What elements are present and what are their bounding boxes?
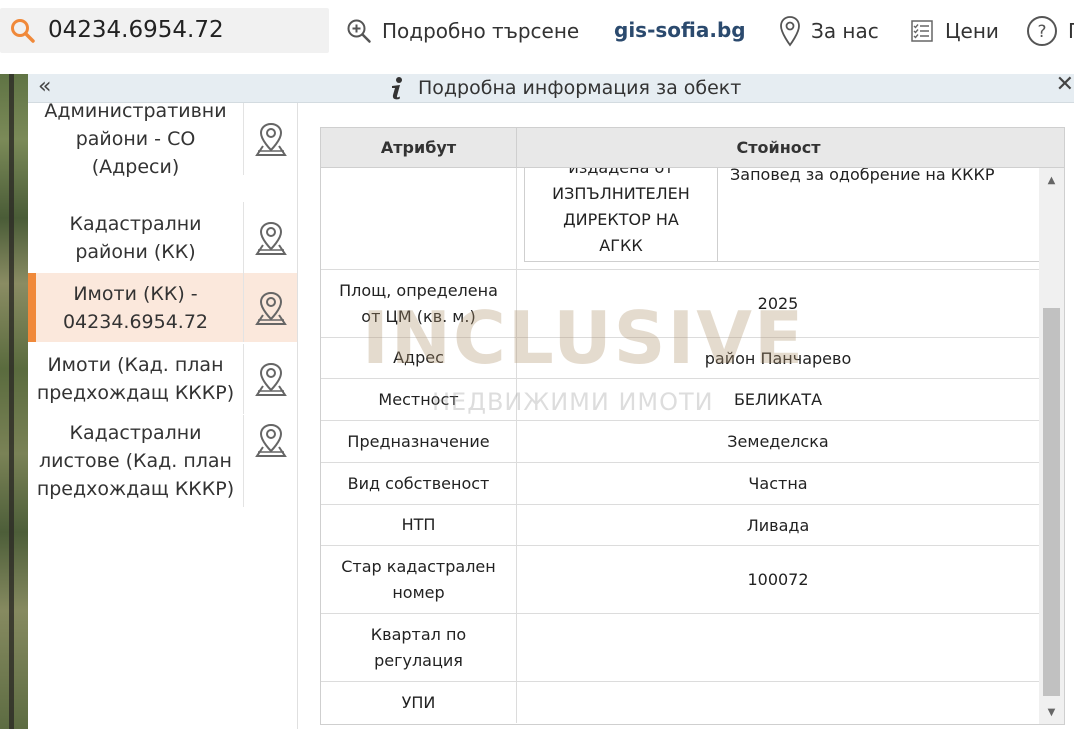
table-row: Адрес район Панчарево bbox=[321, 338, 1039, 379]
help-icon: ? bbox=[1027, 16, 1057, 46]
attribute-cell: Предназначение bbox=[321, 421, 517, 462]
attribute-cell bbox=[321, 168, 517, 269]
advanced-search-label: Подробно търсене bbox=[382, 19, 580, 43]
value-cell: 2025 bbox=[757, 294, 799, 313]
attribute-cell: Квартал по регулация bbox=[321, 614, 517, 681]
prices-label: Цени bbox=[945, 19, 999, 43]
price-list-icon bbox=[911, 20, 933, 42]
search-icon[interactable] bbox=[10, 18, 36, 44]
value-cell: район Панчарево bbox=[704, 348, 852, 368]
attribute-cell: Адрес bbox=[321, 338, 517, 378]
close-icon[interactable]: ✕ bbox=[1056, 72, 1074, 97]
map-pin-icon[interactable] bbox=[243, 415, 297, 507]
nested-issuer-cell: издадена от ИЗПЪЛНИТЕЛЕН ДИРЕКТОР НА АГК… bbox=[525, 168, 718, 261]
scroll-up-arrow-icon[interactable]: ▲ bbox=[1039, 170, 1064, 190]
layer-item-admin-districts[interactable]: Административни райони - СО (Адреси) bbox=[28, 100, 297, 178]
about-label: За нас bbox=[811, 19, 879, 43]
layer-label: Имоти (Кад. план предхождащ КККР) bbox=[36, 354, 235, 404]
attribute-cell: Местност bbox=[321, 379, 517, 420]
attribute-cell: НТП bbox=[321, 505, 517, 545]
zoom-in-icon bbox=[347, 19, 371, 43]
column-header-value: Стойност bbox=[736, 138, 821, 157]
attribute-cell: Стар кадастрален номер bbox=[321, 546, 517, 613]
search-input[interactable] bbox=[48, 13, 318, 47]
table-row: Вид собственост Частна bbox=[321, 463, 1039, 505]
table-body: издадена от ИЗПЪЛНИТЕЛЕН ДИРЕКТОР НА АГК… bbox=[321, 168, 1039, 724]
table-row: Стар кадастрален номер 100072 bbox=[321, 546, 1039, 614]
object-info-panel: « Подробна информация за обект ✕ Админис… bbox=[28, 72, 1074, 729]
value-cell bbox=[517, 682, 1039, 723]
location-pin-icon bbox=[780, 16, 800, 47]
map-view[interactable] bbox=[0, 74, 28, 729]
value-cell: Частна bbox=[748, 474, 808, 493]
help-label: П bbox=[1068, 19, 1074, 43]
map-pin-icon[interactable] bbox=[243, 103, 297, 175]
info-icon bbox=[392, 77, 402, 100]
map-pin-icon[interactable] bbox=[243, 344, 297, 414]
layer-list: Административни райони - СО (Адреси) Кад… bbox=[28, 100, 298, 729]
column-header-attribute: Атрибут bbox=[321, 128, 517, 167]
value-cell: БЕЛИКАТА bbox=[733, 390, 823, 409]
map-road bbox=[9, 74, 14, 729]
table-row: УПИ bbox=[321, 682, 1039, 723]
nested-table: издадена от ИЗПЪЛНИТЕЛЕН ДИРЕКТОР НА АГК… bbox=[524, 168, 1039, 262]
top-bar: Подробно търсене gis-sofia.bg За нас Цен… bbox=[0, 0, 1074, 74]
table-row: издадена от ИЗПЪЛНИТЕЛЕН ДИРЕКТОР НА АГК… bbox=[321, 168, 1039, 270]
layer-item-cadastral-sheets[interactable]: Кадастрални листове (Кад. план предхожда… bbox=[28, 415, 297, 507]
attribute-cell: УПИ bbox=[321, 682, 517, 723]
layer-label: Имоти (КК) - 04234.6954.72 bbox=[62, 282, 209, 333]
attribute-cell: Площ, определена от ЦМ (кв. м.) bbox=[321, 270, 517, 337]
layer-label: Кадастрални листове (Кад. план предхожда… bbox=[36, 422, 235, 500]
layer-item-properties-kk[interactable]: Имоти (КК) - 04234.6954.72 bbox=[28, 273, 297, 342]
brand-link[interactable]: gis-sofia.bg bbox=[614, 18, 746, 42]
scrollbar-thumb[interactable] bbox=[1043, 308, 1060, 696]
search-box[interactable] bbox=[0, 8, 329, 53]
table-row: Местност БЕЛИКАТА bbox=[321, 379, 1039, 421]
layer-item-properties-old-plan[interactable]: Имоти (Кад. план предхождащ КККР) bbox=[28, 344, 297, 414]
attribute-cell: Вид собственост bbox=[321, 463, 517, 504]
about-link[interactable]: За нас bbox=[779, 14, 879, 48]
prices-link[interactable]: Цени bbox=[909, 14, 999, 48]
nested-document-cell: Заповед за одобрение на КККР bbox=[730, 168, 995, 184]
panel-title: Подробна информация за обект bbox=[388, 74, 741, 102]
svg-text:?: ? bbox=[1037, 22, 1046, 42]
advanced-search-link[interactable]: Подробно търсене bbox=[346, 14, 579, 48]
table-row: Квартал по регулация bbox=[321, 614, 1039, 682]
collapse-icon[interactable]: « bbox=[38, 75, 51, 99]
attribute-table: Атрибут Стойност издадена от ИЗПЪЛНИТЕЛЕ… bbox=[320, 127, 1065, 725]
layer-item-cadastral-districts[interactable]: Кадастрални райони (КК) bbox=[28, 202, 297, 274]
value-cell: 100072 bbox=[747, 570, 809, 589]
map-pin-icon[interactable] bbox=[243, 202, 297, 274]
value-cell: Земеделска bbox=[727, 432, 829, 451]
layer-label: Кадастрални райони (КК) bbox=[69, 213, 202, 263]
layer-label: Административни райони - СО (Адреси) bbox=[44, 100, 227, 178]
table-scrollbar[interactable]: ▲ ▼ bbox=[1039, 168, 1064, 724]
value-cell: Ливада bbox=[746, 515, 810, 535]
panel-title-text: Подробна информация за обект bbox=[418, 77, 742, 99]
map-pin-icon[interactable] bbox=[243, 273, 297, 342]
table-row: Площ, определена от ЦМ (кв. м.) 2025 bbox=[321, 270, 1039, 338]
help-link[interactable]: ? П bbox=[1026, 14, 1074, 48]
table-header: Атрибут Стойност bbox=[321, 128, 1064, 168]
table-row: НТП Ливада bbox=[321, 505, 1039, 546]
value-cell bbox=[517, 614, 1039, 681]
table-row: Предназначение Земеделска bbox=[321, 421, 1039, 463]
scroll-down-arrow-icon[interactable]: ▼ bbox=[1039, 702, 1064, 722]
